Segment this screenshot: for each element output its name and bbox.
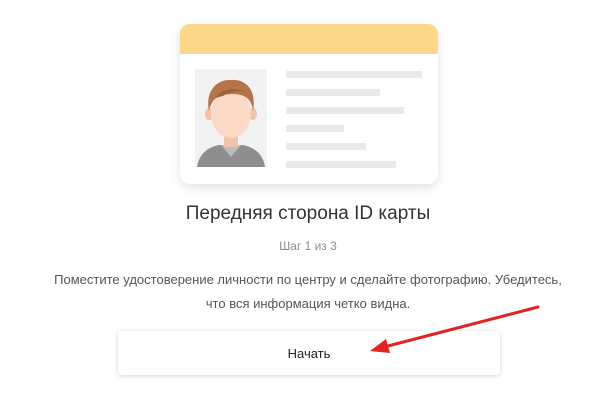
- page: Передняя сторона ID карты Шаг 1 из 3 Пом…: [0, 0, 616, 414]
- step-indicator: Шаг 1 из 3: [279, 239, 337, 253]
- page-title: Передняя сторона ID карты: [185, 203, 431, 224]
- id-card-illustration: [180, 24, 438, 184]
- card-text-line: [286, 143, 366, 150]
- card-text-line: [286, 125, 344, 132]
- card-text-line: [286, 89, 380, 96]
- card-text-line: [286, 161, 396, 168]
- person-avatar-icon: [197, 79, 265, 167]
- id-card-header-stripe: [180, 24, 438, 54]
- instructions-text: Поместите удостоверение личности по цент…: [54, 272, 562, 311]
- card-text-line: [286, 107, 404, 114]
- start-button[interactable]: Начать: [118, 331, 500, 375]
- portrait-photo: [195, 69, 267, 167]
- card-text-line: [286, 71, 422, 78]
